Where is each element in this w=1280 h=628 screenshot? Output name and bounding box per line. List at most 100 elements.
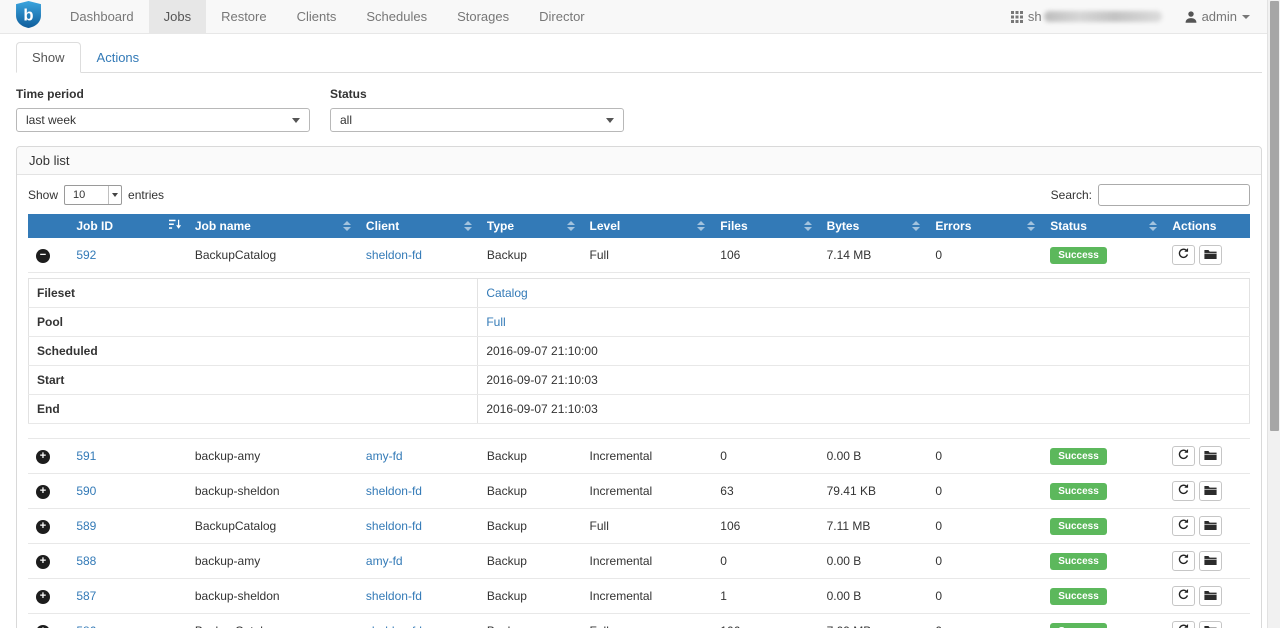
page-size-value: 10 [65,189,108,201]
tab-show[interactable]: Show [16,42,81,73]
job-id-link[interactable]: 588 [76,554,96,568]
expand-row-button[interactable]: + [36,590,50,604]
client-link[interactable]: amy-fd [366,554,403,568]
hostname-prefix: sh [1028,9,1042,24]
search-label: Search: [1051,188,1092,202]
errors-cell: 0 [927,579,1042,614]
column-header-status[interactable]: Status [1042,214,1164,238]
job-id-link[interactable]: 591 [76,449,96,463]
status-select[interactable]: all [330,108,624,132]
client-link[interactable]: sheldon-fd [366,624,422,628]
job-files-button[interactable] [1199,586,1222,606]
refresh-icon [1177,623,1190,628]
client-link[interactable]: sheldon-fd [366,519,422,533]
type-cell: Backup [479,579,582,614]
rerun-job-button[interactable] [1172,245,1195,265]
chevron-down-icon [606,118,614,123]
expand-row-button[interactable]: + [36,555,50,569]
expand-row-button[interactable]: + [36,520,50,534]
scrollbar-thumb[interactable] [1270,1,1279,431]
table-header-row: Job IDJob nameClientTypeLevelFilesBytesE… [28,214,1250,238]
job-files-button[interactable] [1199,621,1222,628]
job-files-button[interactable] [1199,551,1222,571]
rerun-job-button[interactable] [1172,621,1195,628]
nav-item-restore[interactable]: Restore [206,0,282,33]
client-link[interactable]: sheldon-fd [366,248,422,262]
table-row: +588backup-amyamy-fdBackupIncremental00.… [28,544,1250,579]
rerun-job-button[interactable] [1172,516,1195,536]
files-cell: 106 [712,509,818,544]
status-badge: Success [1050,588,1107,605]
bytes-cell: 7.09 MB [819,614,928,628]
errors-cell: 0 [927,509,1042,544]
apps-grid-icon[interactable] [1011,11,1023,23]
level-cell: Full [582,509,713,544]
nav-item-storages[interactable]: Storages [442,0,524,33]
column-header-files[interactable]: Files [712,214,818,238]
nav-item-dashboard[interactable]: Dashboard [55,0,149,33]
job-files-button[interactable] [1199,481,1222,501]
job-id-link[interactable]: 587 [76,589,96,603]
files-cell: 1 [712,579,818,614]
time-period-select[interactable]: last week [16,108,310,132]
nav-item-director[interactable]: Director [524,0,600,33]
brand-logo[interactable]: b [0,0,55,33]
job-files-button[interactable] [1199,245,1222,265]
pool-link[interactable]: Full [486,315,505,329]
expand-row-button[interactable]: + [36,450,50,464]
rerun-job-button[interactable] [1172,586,1195,606]
nav-item-clients[interactable]: Clients [282,0,352,33]
column-header-client[interactable]: Client [358,214,479,238]
expand-row-button[interactable]: + [36,485,50,499]
column-header-level[interactable]: Level [582,214,713,238]
search-input[interactable] [1098,184,1250,206]
sort-icon [567,221,575,231]
show-label: Show [28,188,58,202]
errors-cell: 0 [927,544,1042,579]
job-files-button[interactable] [1199,446,1222,466]
collapse-row-button[interactable]: − [36,249,50,263]
job-id-link[interactable]: 592 [76,248,96,262]
files-cell: 0 [712,544,818,579]
detail-label-pool: Pool [29,308,478,337]
column-header-actions: Actions [1164,214,1250,238]
column-header-job-name[interactable]: Job name [187,214,358,238]
column-header-type[interactable]: Type [479,214,582,238]
rerun-job-button[interactable] [1172,481,1195,501]
nav-item-schedules[interactable]: Schedules [351,0,442,33]
page: b DashboardJobsRestoreClientsSchedulesSt… [0,0,1280,628]
job-id-cell: 589 [68,509,187,544]
status-badge: Success [1050,483,1107,500]
status-cell: Success [1042,544,1164,579]
client-link[interactable]: amy-fd [366,449,403,463]
page-size-select[interactable]: 10 [64,185,122,205]
scrollbar-track[interactable] [1267,0,1280,628]
status-filter-group: Status all [330,87,624,132]
column-header-bytes[interactable]: Bytes [819,214,928,238]
rerun-job-button[interactable] [1172,446,1195,466]
blurred-hostname [1044,11,1162,22]
refresh-icon [1177,448,1190,464]
files-cell: 106 [712,614,818,628]
status-badge: Success [1050,518,1107,535]
sort-icon [804,221,812,231]
rerun-job-button[interactable] [1172,551,1195,571]
nav-item-jobs[interactable]: Jobs [149,0,206,33]
column-header-errors[interactable]: Errors [927,214,1042,238]
user-menu[interactable]: admin [1184,9,1250,24]
job-id-link[interactable]: 590 [76,484,96,498]
expander-cell: + [28,439,68,474]
client-link[interactable]: sheldon-fd [366,589,422,603]
bytes-cell: 0.00 B [819,439,928,474]
client-link[interactable]: sheldon-fd [366,484,422,498]
fileset-link[interactable]: Catalog [486,286,527,300]
column-header-job-id[interactable]: Job ID [68,214,187,238]
job-id-link[interactable]: 586 [76,624,96,628]
tab-actions[interactable]: Actions [81,42,156,73]
type-cell: Backup [479,509,582,544]
status-cell: Success [1042,614,1164,628]
job-id-link[interactable]: 589 [76,519,96,533]
expander-cell: + [28,474,68,509]
job-files-button[interactable] [1199,516,1222,536]
username: admin [1202,9,1237,24]
